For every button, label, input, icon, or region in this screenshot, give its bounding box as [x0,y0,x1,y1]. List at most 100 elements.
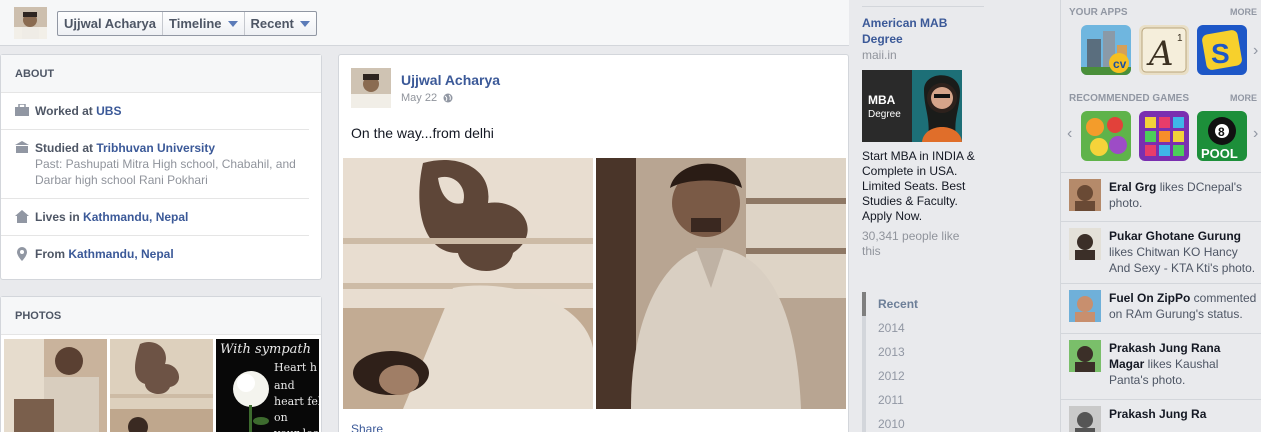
ticker-name[interactable]: Prakash Jung Ra [1109,407,1206,421]
recent-dropdown[interactable]: Recent [245,12,316,35]
ticker-action: likes Chitwan KO Hancy And Sexy - KTA Kt… [1109,245,1256,275]
work-prefix: Worked at [35,104,97,118]
svg-text:heart fel: heart fel [274,395,319,408]
timeline-post: Ujjwal Acharya May 22 On the way...from … [338,54,849,432]
post-text: On the way...from delhi [351,125,494,141]
share-link[interactable]: Share [351,422,383,432]
photo-thumb[interactable] [4,339,107,432]
post-timestamp: May 22 [401,92,453,104]
ticker-text: Prakash Jung Rana Magar likes Kaushal Pa… [1109,340,1259,388]
ticker-avatar[interactable] [1069,228,1101,260]
city-app-icon[interactable]: cv [1081,25,1131,75]
ticker-item[interactable]: Fuel On ZipPo commented on RAm Gurung's … [1061,283,1261,333]
svg-text:your los: your los [273,427,319,432]
right-sidebar: YOUR APPS MORE cv A 1 S › RECOMMENDED GA… [1060,0,1261,432]
scramble-app-icon[interactable]: S [1197,25,1247,75]
ad-title[interactable]: American MAB Degree [862,15,984,47]
year-nav-recent[interactable]: Recent [862,292,952,316]
about-lives: Lives in Kathmandu, Nepal [1,199,309,236]
post-photo[interactable] [343,158,593,409]
recommended-games-heading: RECOMMENDED GAMES [1069,93,1190,104]
photos-title[interactable]: PHOTOS [1,297,321,335]
lives-link[interactable]: Kathmandu, Nepal [83,210,188,224]
from-link[interactable]: Kathmandu, Nepal [68,247,173,261]
ticker-text: Fuel On ZipPo commented on RAm Gurung's … [1109,290,1259,322]
breadcrumb-profile-name[interactable]: Ujjwal Acharya [58,12,164,35]
chevron-right-icon[interactable]: › [1253,125,1258,143]
your-apps-heading: YOUR APPS [1069,7,1128,18]
year-nav-item[interactable]: 2014 [862,316,952,340]
photo-thumb[interactable]: With sympath Heart h and heart fel on yo… [216,339,319,432]
about-work: Worked at UBS [1,93,309,130]
study-link[interactable]: Tribhuvan University [96,141,215,155]
post-author-avatar[interactable] [351,68,391,108]
ad-image[interactable]: MBA Degree [862,70,962,142]
post-photo[interactable] [596,158,846,409]
location-pin-icon [17,247,27,261]
your-apps-more-link[interactable]: MORE [1230,7,1257,17]
ticker-item[interactable]: Prakash Jung Rana Magar likes Kaushal Pa… [1061,333,1261,387]
app-icon-number: 1 [1177,33,1183,44]
year-nav-item[interactable]: 2012 [862,364,952,388]
lives-prefix: Lives in [35,210,84,224]
ticker-name[interactable]: Pukar Ghotane Gurung [1109,229,1241,243]
ad-image-caption: MBA [868,93,896,107]
ad-domain[interactable]: maii.in [862,48,897,62]
ticker-avatar[interactable] [1069,179,1101,211]
about-from: From Kathmandu, Nepal [1,236,309,272]
recommended-games-more-link[interactable]: MORE [1230,93,1257,103]
ticker-text: Prakash Jung Ra [1109,406,1259,422]
profile-avatar[interactable] [14,7,47,39]
svg-text:cv: cv [1113,57,1127,71]
year-nav-item[interactable]: 2013 [862,340,952,364]
ticker-avatar[interactable] [1069,406,1101,432]
pool-game-icon[interactable]: 8 POOL [1197,111,1247,161]
year-nav-item[interactable]: 2011 [862,388,952,412]
app-icon-letter: S [1211,38,1230,69]
ticker-text: Eral Grg likes DCnepal's photo. [1109,179,1259,211]
fruit-game-icon[interactable] [1081,111,1131,161]
briefcase-icon [15,104,29,116]
chevron-down-icon [299,20,310,27]
app-icon-letter: A [1146,34,1174,74]
from-prefix: From [35,247,69,261]
timeline-label: Timeline [169,16,222,31]
svg-text:and: and [274,379,295,392]
svg-text:With sympath: With sympath [220,342,311,357]
about-education: Studied at Tribhuvan University Past: Pa… [1,130,309,199]
recent-label: Recent [250,16,294,31]
timeline-dropdown[interactable]: Timeline [163,12,245,35]
ticker-item[interactable]: Pukar Ghotane Gurung likes Chitwan KO Ha… [1061,221,1261,275]
ticker-name[interactable]: Fuel On ZipPo [1109,291,1190,305]
post-author-name[interactable]: Ujjwal Acharya [401,72,500,88]
ad-likes[interactable]: 30,341 people like this [862,229,980,259]
chevron-right-icon[interactable]: › [1253,42,1258,60]
work-link[interactable]: UBS [96,104,121,118]
about-card: ABOUT Worked at UBS Studied at Tribhuvan… [0,54,322,280]
ad-image-caption-2: Degree [868,109,901,120]
pool-game-label: POOL [1201,146,1238,161]
gems-game-icon[interactable] [1139,111,1189,161]
study-past: Past: Pashupati Mitra High school, Chaba… [35,157,296,187]
post-date[interactable]: May 22 [401,92,437,104]
breadcrumb: Ujjwal Acharya Timeline Recent [57,11,317,36]
chevron-left-icon[interactable]: ‹ [1067,125,1072,143]
words-app-icon[interactable]: A 1 [1139,25,1189,75]
ad-body[interactable]: Start MBA in INDIA & Complete in USA. Li… [862,149,980,224]
ticker-avatar[interactable] [1069,290,1101,322]
ticker-item[interactable]: Eral Grg likes DCnepal's photo. [1061,172,1261,222]
chevron-down-icon [227,20,238,27]
pool-ball-number: 8 [1218,125,1225,139]
home-icon [15,210,29,223]
ticker-name[interactable]: Eral Grg [1109,180,1156,194]
ticker-item[interactable]: Prakash Jung Ra [1061,399,1261,432]
about-title[interactable]: ABOUT [1,55,321,93]
study-prefix: Studied at [35,141,97,155]
year-nav-item[interactable]: 2010 [862,412,952,432]
ticker-avatar[interactable] [1069,340,1101,372]
svg-text:Heart h: Heart h [274,361,317,374]
photos-card: PHOTOS With sympath Heart h and heart fe… [0,296,322,432]
globe-icon[interactable] [443,93,453,103]
timeline-years-nav: Recent 2014 2013 2012 2011 2010 [862,292,952,432]
photo-thumb[interactable] [110,339,213,432]
